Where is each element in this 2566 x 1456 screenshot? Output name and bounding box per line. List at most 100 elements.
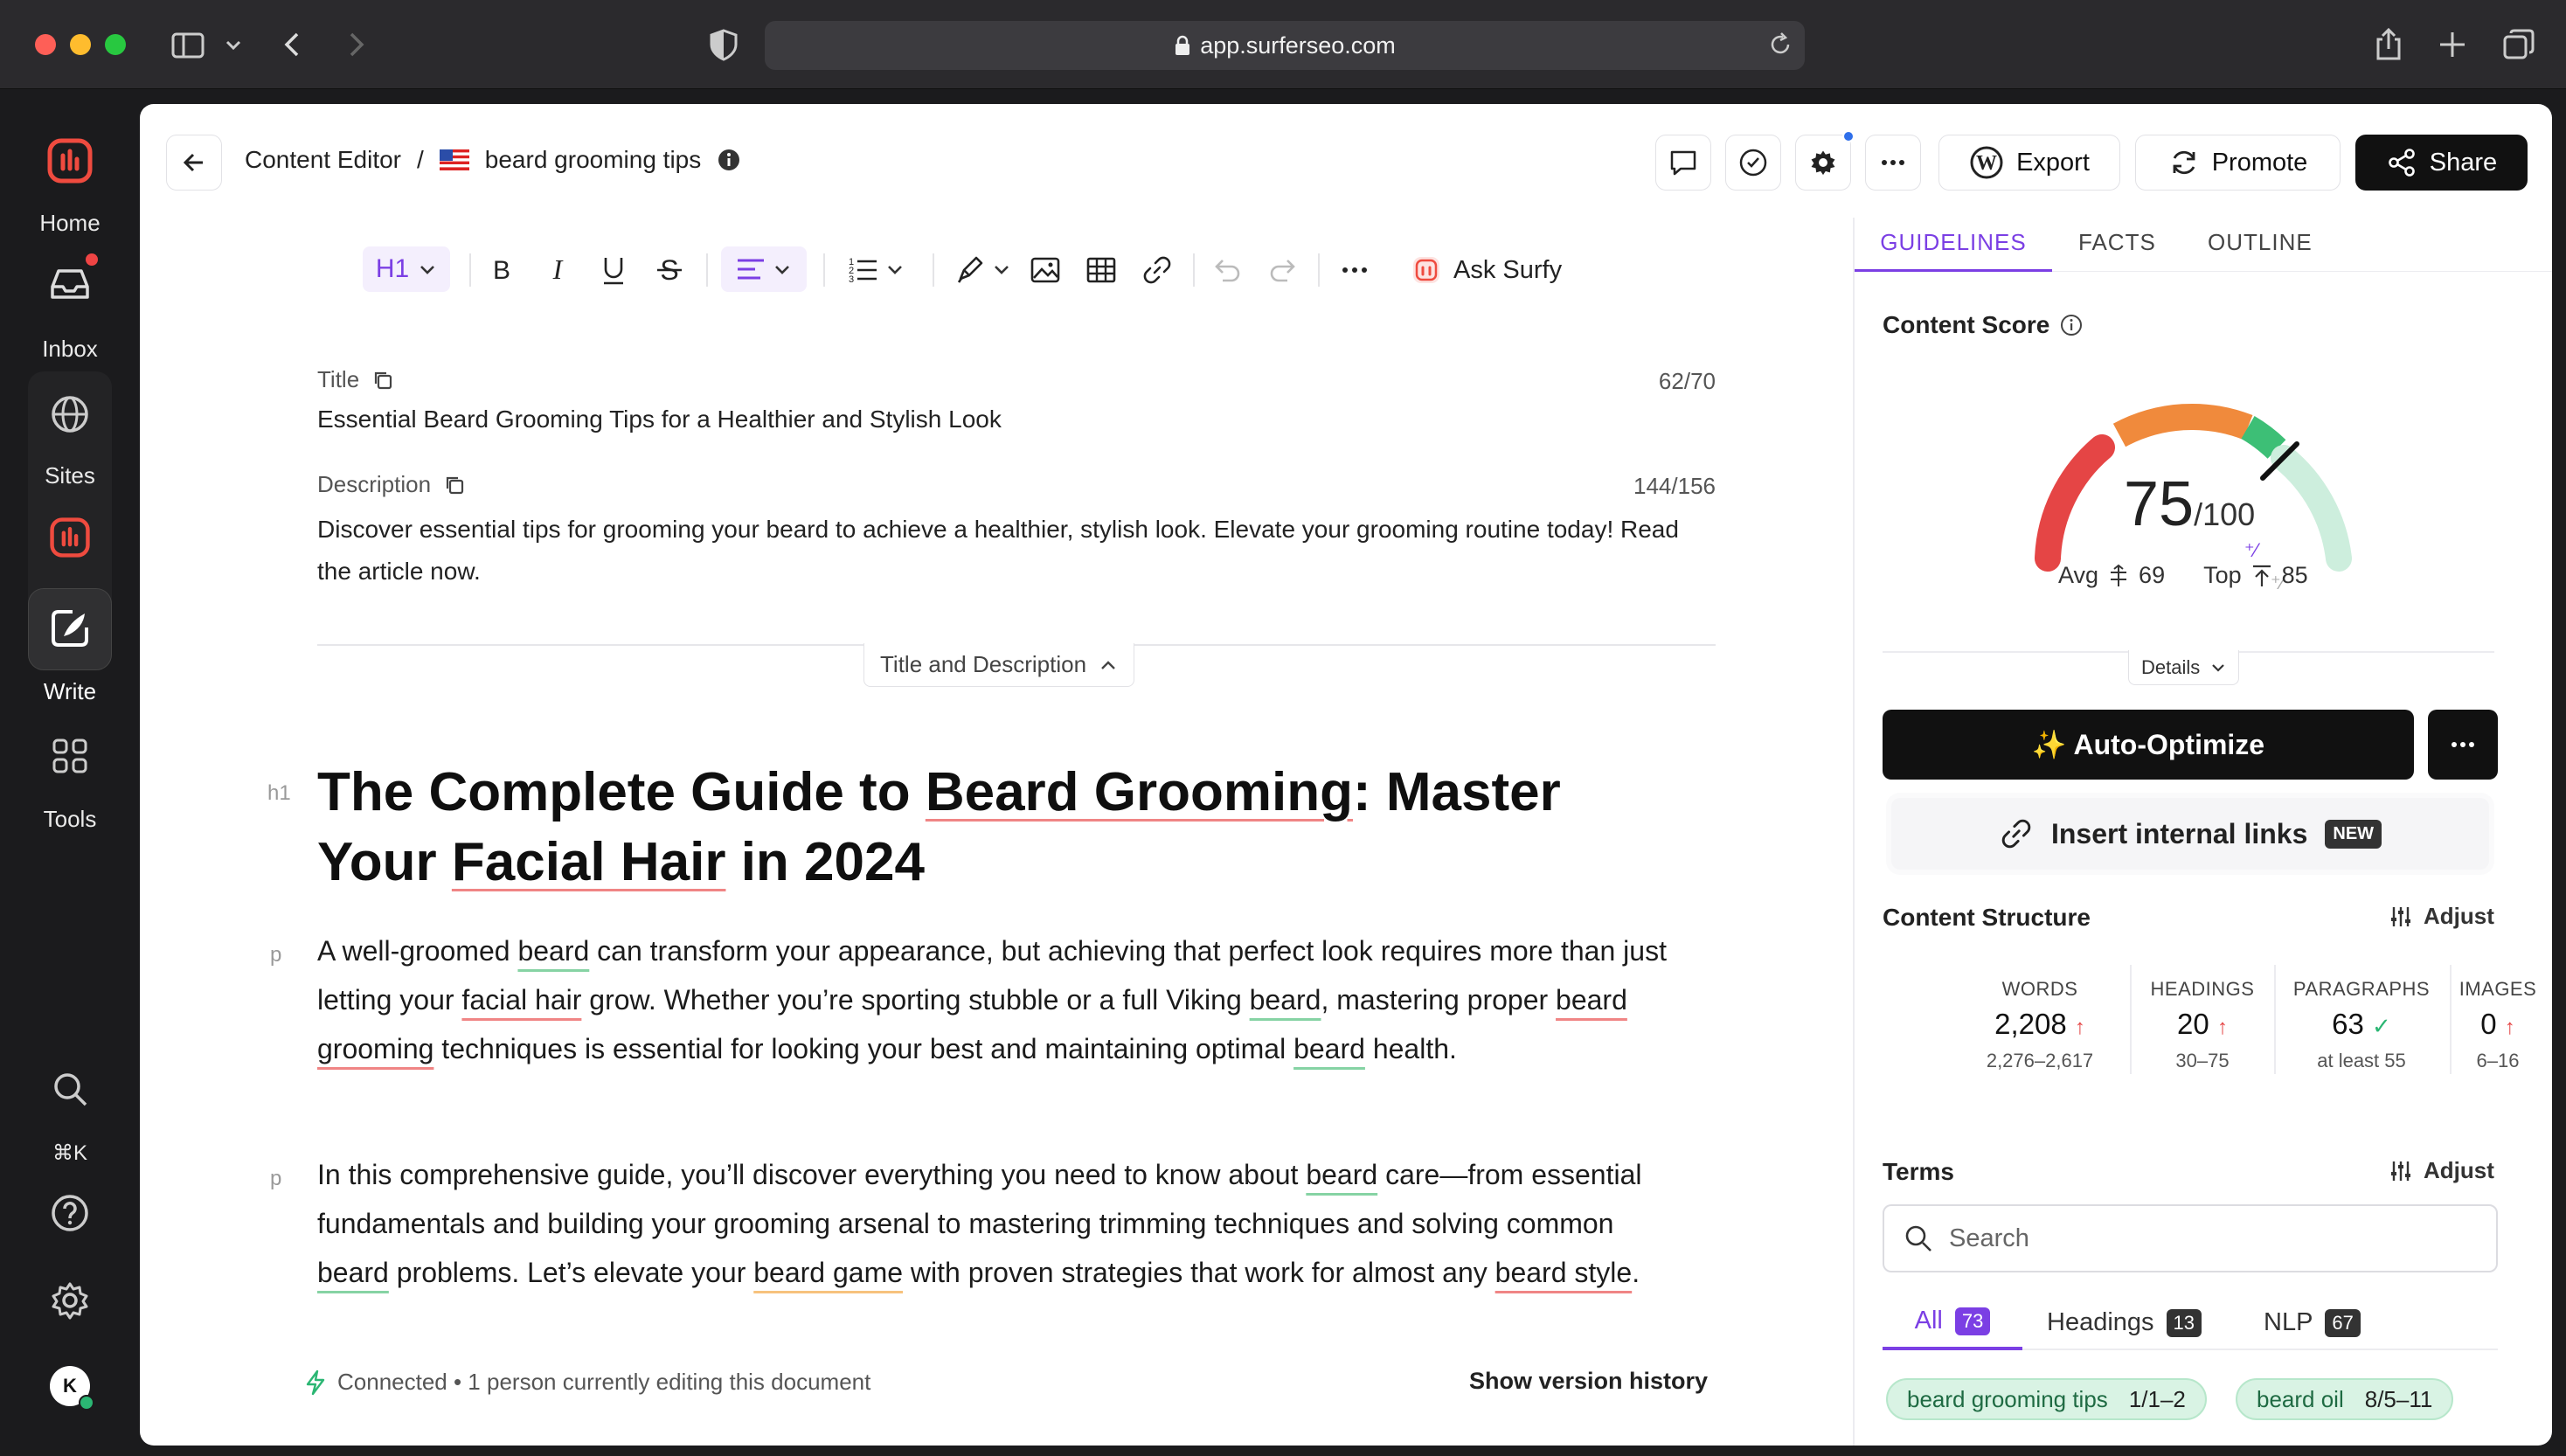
nav-home-label[interactable]: Home: [0, 210, 140, 237]
stat-divider: [2274, 965, 2276, 1074]
table-icon[interactable]: [1085, 253, 1118, 287]
formatting-toolbar: H1 B I S 123 Ask Surfy: [363, 239, 1814, 301]
term-beard[interactable]: beard: [1306, 1159, 1377, 1190]
document-title[interactable]: beard grooming tips: [485, 146, 701, 174]
breadcrumb-content-editor[interactable]: Content Editor: [245, 146, 401, 174]
info-icon[interactable]: [2060, 314, 2083, 336]
paragraph-marker: p: [270, 943, 282, 967]
terms-search-field[interactable]: Search: [1883, 1204, 2498, 1272]
term-facial-hair[interactable]: Facial Hair: [452, 832, 726, 892]
align-select[interactable]: [721, 246, 807, 292]
close-window-dot[interactable]: [35, 34, 56, 55]
content-score-header: Content Score: [1883, 311, 2083, 339]
tools-grid-icon[interactable]: [48, 734, 92, 778]
heading-level-label: H1: [375, 254, 410, 283]
structure-adjust-button[interactable]: Adjust: [2389, 903, 2494, 930]
link-icon[interactable]: [1141, 253, 1174, 287]
italic-icon[interactable]: I: [541, 253, 574, 287]
more-options-button[interactable]: [1865, 135, 1921, 191]
list-select[interactable]: 123: [836, 246, 915, 292]
new-tab-icon[interactable]: [2437, 27, 2468, 62]
terms-adjust-button[interactable]: Adjust: [2389, 1157, 2494, 1184]
paragraph-1[interactable]: A well-groomed beard can transform your …: [317, 926, 1681, 1073]
check-button[interactable]: [1725, 135, 1781, 191]
insert-internal-links-button[interactable]: Insert internal links NEW: [1891, 798, 2489, 870]
heading-select[interactable]: H1: [363, 246, 450, 292]
title-description-toggle[interactable]: Title and Description: [863, 643, 1135, 687]
inbox-icon[interactable]: [47, 264, 93, 304]
term-chip[interactable]: beard grooming tips 1/1–2: [1886, 1378, 2207, 1420]
strikethrough-icon[interactable]: S: [653, 253, 686, 287]
redo-icon[interactable]: [1266, 253, 1300, 287]
globe-icon[interactable]: [47, 392, 93, 437]
tab-guidelines[interactable]: GUIDELINES: [1855, 218, 2052, 272]
term-beard[interactable]: beard: [517, 935, 589, 967]
term-beard-game[interactable]: beard game: [753, 1257, 903, 1288]
settings-button[interactable]: [1795, 135, 1851, 191]
filter-headings[interactable]: Headings 13: [2047, 1295, 2202, 1350]
tab-outline[interactable]: OUTLINE: [2208, 229, 2313, 256]
adjust-label: Adjust: [2424, 903, 2494, 929]
term-beard-style[interactable]: beard style: [1495, 1257, 1633, 1288]
bold-icon[interactable]: B: [485, 253, 518, 287]
reload-icon[interactable]: [1767, 31, 1793, 58]
ask-surfy-button[interactable]: Ask Surfy: [1411, 248, 1562, 292]
comments-button[interactable]: [1655, 135, 1711, 191]
gear-icon[interactable]: [49, 1279, 91, 1321]
highlight-select[interactable]: [947, 246, 1020, 292]
content-structure-label: Content Structure: [1883, 904, 2091, 931]
minimize-window-dot[interactable]: [70, 34, 91, 55]
term-facial-hair[interactable]: facial hair: [461, 984, 581, 1016]
export-button[interactable]: W Export: [1938, 135, 2120, 191]
meta-description-input[interactable]: Discover essential tips for grooming you…: [317, 509, 1716, 593]
underline-icon[interactable]: [597, 253, 630, 287]
insert-internal-links-label: Insert internal links: [2050, 817, 2308, 849]
back-button[interactable]: [166, 135, 222, 191]
back-arrow-icon[interactable]: [278, 27, 309, 62]
term-beard-grooming[interactable]: Beard Grooming: [926, 762, 1353, 822]
term-beard[interactable]: beard: [317, 1257, 389, 1288]
nav-tools-label[interactable]: Tools: [0, 806, 140, 833]
image-icon[interactable]: [1029, 253, 1062, 287]
zoom-window-dot[interactable]: [105, 34, 126, 55]
address-bar[interactable]: app.surferseo.com: [765, 21, 1805, 70]
share-sheet-icon[interactable]: [2373, 27, 2404, 62]
auto-optimize-more-button[interactable]: [2428, 710, 2498, 780]
nav-sites-label[interactable]: Sites: [0, 462, 140, 489]
surfer-logo-icon[interactable]: [46, 137, 94, 184]
more-formatting-icon[interactable]: [1338, 253, 1371, 287]
shield-icon[interactable]: [708, 27, 739, 62]
nav-inbox-label[interactable]: Inbox: [0, 336, 140, 363]
sidebar-toggle-icon[interactable]: [170, 27, 205, 62]
top-marker-icon: [2252, 565, 2271, 586]
help-icon[interactable]: [49, 1192, 91, 1234]
term-chip[interactable]: beard oil 8/5–11: [2236, 1378, 2454, 1420]
forward-arrow-icon[interactable]: [339, 27, 371, 62]
promote-button[interactable]: Promote: [2135, 135, 2341, 191]
details-dropdown[interactable]: Details: [2128, 650, 2240, 685]
description-label: Description: [317, 471, 432, 497]
surfer-site-icon[interactable]: [49, 517, 91, 558]
term-beard[interactable]: beard: [1250, 984, 1321, 1016]
copy-icon[interactable]: [443, 474, 466, 496]
show-version-history-button[interactable]: Show version history: [1469, 1368, 1708, 1395]
article-heading[interactable]: The Complete Guide to Beard Grooming: Ma…: [317, 758, 1751, 898]
info-icon[interactable]: [717, 148, 741, 172]
stat-words: WORDS 2,208 ↑ 2,276–2,617: [1961, 978, 2119, 1072]
nav-write-label[interactable]: Write: [0, 678, 140, 705]
term-beard[interactable]: beard: [1293, 1033, 1365, 1064]
paragraph-2[interactable]: In this comprehensive guide, you’ll disc…: [317, 1150, 1681, 1297]
chevron-down-icon[interactable]: [223, 27, 244, 62]
filter-nlp[interactable]: NLP 67: [2264, 1295, 2361, 1350]
share-button[interactable]: Share: [2355, 135, 2528, 191]
auto-optimize-button[interactable]: ✨ Auto-Optimize: [1883, 710, 2414, 780]
tab-overview-icon[interactable]: [2501, 27, 2536, 62]
tab-facts[interactable]: FACTS: [2078, 229, 2156, 256]
filter-all[interactable]: All 73: [1883, 1295, 2022, 1350]
undo-icon[interactable]: [1210, 253, 1244, 287]
search-icon[interactable]: [49, 1068, 91, 1110]
meta-title-input[interactable]: Essential Beard Grooming Tips for a Heal…: [317, 406, 1002, 433]
copy-icon[interactable]: [371, 369, 394, 392]
check-circle-icon: [1739, 149, 1767, 177]
write-icon[interactable]: [46, 605, 94, 652]
